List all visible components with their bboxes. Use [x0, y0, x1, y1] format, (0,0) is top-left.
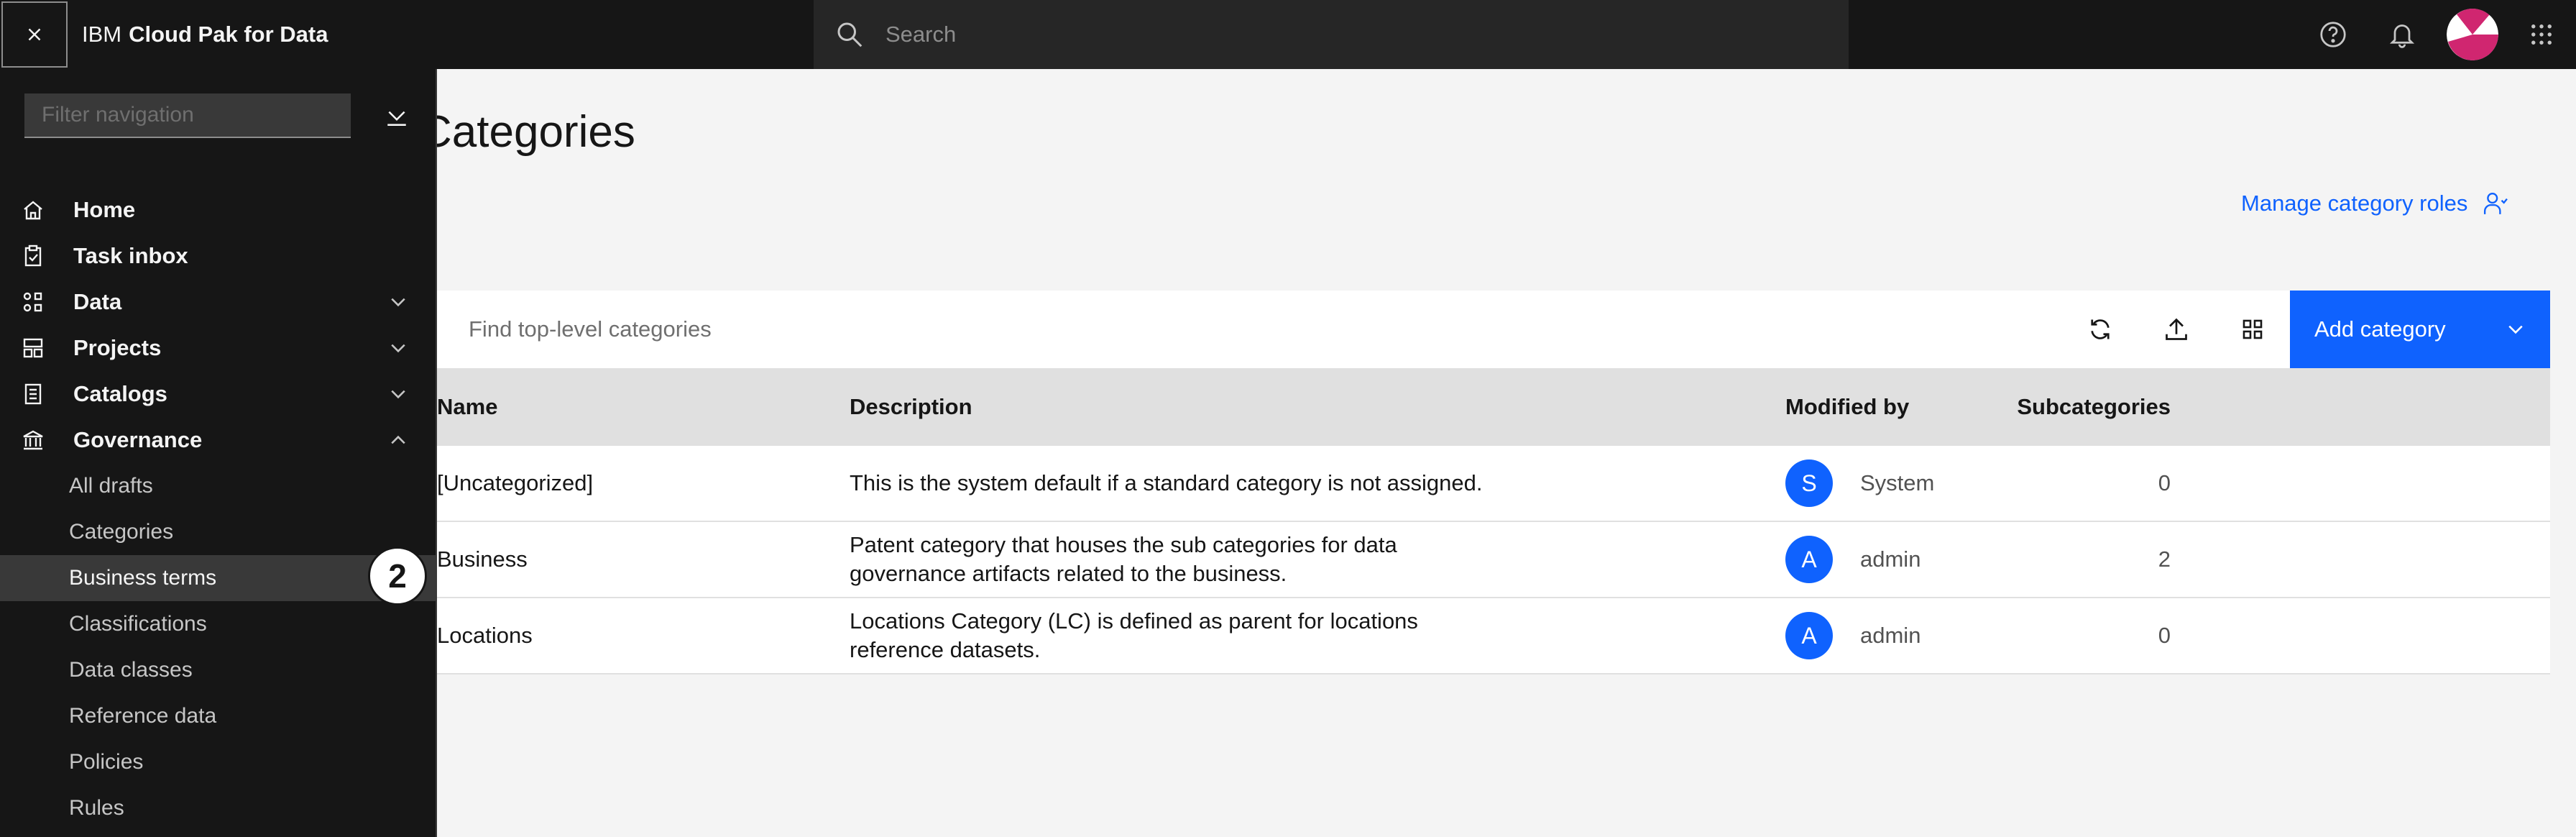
sidebar-item-label: Projects: [73, 335, 162, 360]
modified-by-name: System: [1860, 470, 1935, 495]
table-header: Name Description Subcategories Modified …: [437, 368, 2550, 446]
category-name[interactable]: Business: [437, 522, 528, 597]
user-avatar[interactable]: [2447, 9, 2498, 60]
sidebar-item-projects[interactable]: Projects: [0, 325, 436, 371]
page-title: Categories: [420, 107, 635, 157]
sidebar-subitem-label: Policies: [69, 750, 144, 774]
sidebar-item-data[interactable]: Data: [0, 279, 436, 325]
modified-by: S System: [1785, 446, 1934, 521]
table-toolbar: [437, 291, 2550, 368]
brand-name: Cloud Pak for Data: [129, 22, 328, 47]
column-header-modified-by[interactable]: Modified by: [1785, 368, 1909, 446]
subcategory-count: 0: [2158, 623, 2171, 648]
avatar: A: [1785, 536, 1833, 583]
subcategory-count: 2: [2158, 546, 2171, 572]
modified-by: A admin: [1785, 598, 1920, 673]
filter-navigation-input[interactable]: [24, 93, 351, 137]
table-row[interactable]: Locations Locations Category (LC) is def…: [437, 598, 2550, 674]
close-menu-button[interactable]: [1, 1, 68, 68]
avatar: A: [1785, 612, 1833, 659]
category-name[interactable]: Locations: [437, 598, 533, 673]
sidebar-subitem-classifications[interactable]: Classifications: [0, 601, 436, 647]
governance-icon: [23, 430, 43, 450]
user-role-icon: [2484, 193, 2508, 214]
search-icon: [837, 22, 862, 47]
table-row[interactable]: [Uncategorized] This is the system defau…: [437, 446, 2550, 522]
sidebar-subitem-policies[interactable]: Policies: [0, 739, 436, 785]
manage-category-roles-link[interactable]: Manage category roles: [2241, 186, 2508, 221]
product-name[interactable]: IBM Cloud Pak for Data: [82, 0, 328, 69]
sidebar-item-governance[interactable]: Governance: [0, 417, 436, 463]
upload-icon[interactable]: [2159, 312, 2194, 347]
projects-icon: [23, 338, 43, 358]
app-switcher-icon[interactable]: [2524, 17, 2559, 52]
sidebar-item-label: Home: [73, 197, 136, 222]
global-search-input[interactable]: [886, 17, 1820, 52]
close-icon: [28, 28, 41, 41]
help-icon[interactable]: [2316, 17, 2350, 52]
sidebar-subitem-reference-data[interactable]: Reference data: [0, 693, 436, 739]
sidebar-subitem-label: Categories: [69, 520, 174, 544]
grid-view-icon[interactable]: [2235, 312, 2270, 347]
notification-bell-icon[interactable]: [2385, 17, 2419, 52]
global-search: [814, 0, 1849, 69]
modified-by-name: admin: [1860, 546, 1921, 572]
add-category-label: Add category: [2314, 316, 2446, 342]
data-icon: [23, 292, 42, 312]
collapse-all-icon[interactable]: [381, 101, 413, 132]
manage-category-roles-label: Manage category roles: [2241, 191, 2468, 216]
sidebar-subitem-label: Business terms: [69, 566, 217, 590]
sidebar-item-label: Catalogs: [73, 381, 167, 406]
side-navigation: Home Task inbox Data Projects Catalogs G…: [0, 69, 437, 837]
categories-table: Name Description Subcategories Modified …: [437, 368, 2550, 674]
find-categories-input[interactable]: [469, 312, 1834, 347]
brand-prefix: IBM: [82, 22, 122, 47]
sidebar-item-task-inbox[interactable]: Task inbox: [0, 233, 436, 279]
chevron-down-icon: [391, 390, 405, 399]
home-icon: [24, 201, 42, 220]
chevron-up-icon: [391, 435, 405, 444]
add-category-button[interactable]: Add category: [2290, 291, 2550, 368]
sidebar-item-catalogs[interactable]: Catalogs: [0, 371, 436, 417]
chevron-down-icon[interactable]: [2506, 319, 2526, 339]
subcategory-count: 0: [2158, 470, 2171, 495]
sidebar-item-label: Task inbox: [73, 243, 188, 268]
category-name[interactable]: [Uncategorized]: [437, 446, 593, 521]
sidebar-subitem-label: Rules: [69, 796, 124, 820]
chevron-down-icon: [391, 344, 405, 353]
sidebar-subitem-label: Data classes: [69, 658, 193, 682]
top-header: IBM Cloud Pak for Data: [0, 0, 2576, 69]
refresh-icon[interactable]: [2083, 312, 2117, 347]
sidebar-subitem-categories[interactable]: Categories: [0, 509, 436, 555]
column-header-name[interactable]: Name: [437, 368, 497, 446]
sidebar-item-home[interactable]: Home: [0, 187, 436, 233]
sidebar-subitem-label: Reference data: [69, 704, 217, 728]
modified-by-name: admin: [1860, 623, 1921, 648]
sidebar-subitem-all-drafts[interactable]: All drafts: [0, 463, 436, 509]
sidebar-subitem-rules[interactable]: Rules: [0, 785, 436, 831]
modified-by: A admin: [1785, 522, 1920, 597]
sidebar-subitem-data-classes[interactable]: Data classes: [0, 647, 436, 693]
column-header-description[interactable]: Description: [850, 368, 972, 446]
chevron-down-icon: [391, 298, 405, 307]
sidebar-subitem-label: Classifications: [69, 612, 207, 636]
catalog-icon: [24, 383, 42, 405]
sidebar-subitem-label: All drafts: [69, 474, 153, 498]
step-badge: 2: [368, 546, 427, 605]
task-icon: [24, 244, 42, 267]
avatar: S: [1785, 459, 1833, 507]
sidebar-item-label: Governance: [73, 427, 203, 452]
filter-navigation: [24, 93, 351, 138]
table-row[interactable]: Business Patent category that houses the…: [437, 522, 2550, 598]
sidebar-item-label: Data: [73, 289, 122, 314]
